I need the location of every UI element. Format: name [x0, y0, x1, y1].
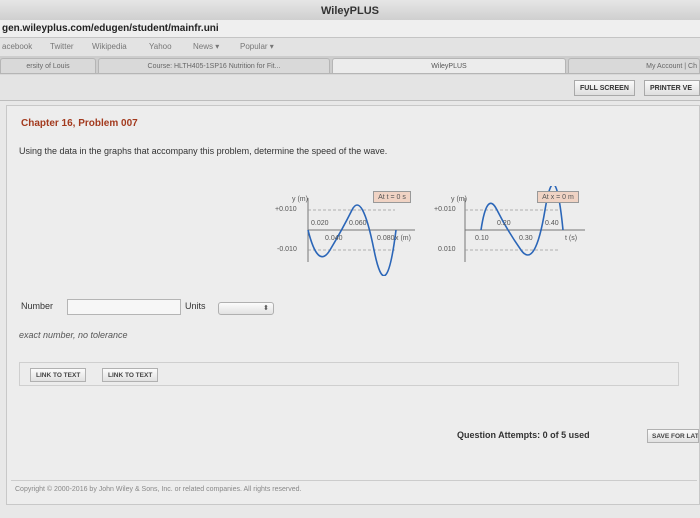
tab-my-account[interactable]: My Account | Ch — [568, 58, 700, 73]
graph2-x-label: t (s) — [565, 235, 578, 242]
link-bar: LINK TO TEXT LINK TO TEXT — [19, 362, 679, 386]
chevron-updown-icon: ⬍ — [263, 305, 269, 312]
graph1-tick-4: 0.080 — [377, 235, 395, 242]
number-input[interactable] — [67, 299, 181, 315]
graph2-y-label: y (m) — [451, 196, 467, 203]
graph-displacement-vs-position: y (m) +0.010 -0.010 At t = 0 s 0.020 0.0… — [265, 186, 415, 276]
question-text: Using the data in the graphs that accomp… — [19, 146, 388, 156]
bookmark-facebook[interactable]: acebook — [2, 38, 32, 56]
graph-displacement-vs-time: y (m) +0.010 0.010 At x = 0 m 0.10 0.20 … — [425, 186, 585, 276]
tolerance-note: exact number, no tolerance — [19, 330, 128, 340]
graph2-tick-3: 0.30 — [519, 235, 533, 242]
bookmark-popular[interactable]: Popular ▾ — [240, 38, 274, 56]
graph1-tick-1: 0.020 — [311, 220, 329, 227]
tab-course[interactable]: Course: HLTH405-1SP16 Nutrition for Fit.… — [98, 58, 330, 73]
full-screen-button[interactable]: FULL SCREEN — [574, 80, 635, 96]
browser-window: WileyPLUS gen.wileyplus.com/edugen/stude… — [0, 0, 700, 518]
chapter-title: Chapter 16, Problem 007 — [21, 118, 138, 129]
graph2-y-max: +0.010 — [434, 206, 456, 213]
graph2-tick-1: 0.10 — [475, 235, 489, 242]
graph2-tick-4: 0.40 — [545, 220, 559, 227]
units-select[interactable]: ⬍ — [218, 302, 274, 315]
graph1-x-label: x (m) — [395, 235, 411, 242]
graph2-condition: At x = 0 m — [537, 191, 579, 203]
graph1-tick-2: 0.040 — [325, 235, 343, 242]
units-label: Units — [185, 301, 206, 311]
main-content: Chapter 16, Problem 007 Using the data i… — [0, 101, 700, 518]
bookmark-news[interactable]: News ▾ — [193, 38, 219, 56]
page-toolbar: FULL SCREEN PRINTER VE — [0, 75, 700, 101]
graph1-y-label: y (m) — [292, 196, 308, 203]
question-attempts: Question Attempts: 0 of 5 used — [457, 430, 590, 440]
graph2-y-min: 0.010 — [438, 246, 456, 253]
copyright-footer: Copyright © 2000-2016 by John Wiley & So… — [11, 480, 697, 498]
problem-panel: Chapter 16, Problem 007 Using the data i… — [6, 105, 700, 505]
tab-university[interactable]: ersity of Louis — [0, 58, 96, 73]
graph1-condition: At t = 0 s — [373, 191, 411, 203]
link-to-text-button-2[interactable]: LINK TO TEXT — [102, 368, 159, 382]
graph1-tick-3: 0.060 — [349, 220, 367, 227]
printer-version-button[interactable]: PRINTER VE — [644, 80, 700, 96]
graph1-y-max: +0.010 — [275, 206, 297, 213]
link-to-text-button-1[interactable]: LINK TO TEXT — [30, 368, 87, 382]
bookmark-wikipedia[interactable]: Wikipedia — [92, 38, 127, 56]
number-label: Number — [21, 301, 54, 311]
bookmarks-bar: acebook Twitter Wikipedia Yahoo News ▾ P… — [0, 38, 700, 56]
bookmark-twitter[interactable]: Twitter — [50, 38, 74, 56]
tab-strip: ersity of Louis Course: HLTH405-1SP16 Nu… — [0, 56, 700, 74]
graph1-y-min: -0.010 — [277, 246, 297, 253]
save-for-later-button[interactable]: SAVE FOR LAT — [647, 429, 699, 443]
window-title: WileyPLUS — [0, 0, 700, 20]
address-bar[interactable]: gen.wileyplus.com/edugen/student/mainfr.… — [0, 20, 700, 38]
graph2-tick-2: 0.20 — [497, 220, 511, 227]
bookmark-yahoo[interactable]: Yahoo — [149, 38, 172, 56]
tab-wileyplus[interactable]: WileyPLUS — [332, 58, 566, 73]
